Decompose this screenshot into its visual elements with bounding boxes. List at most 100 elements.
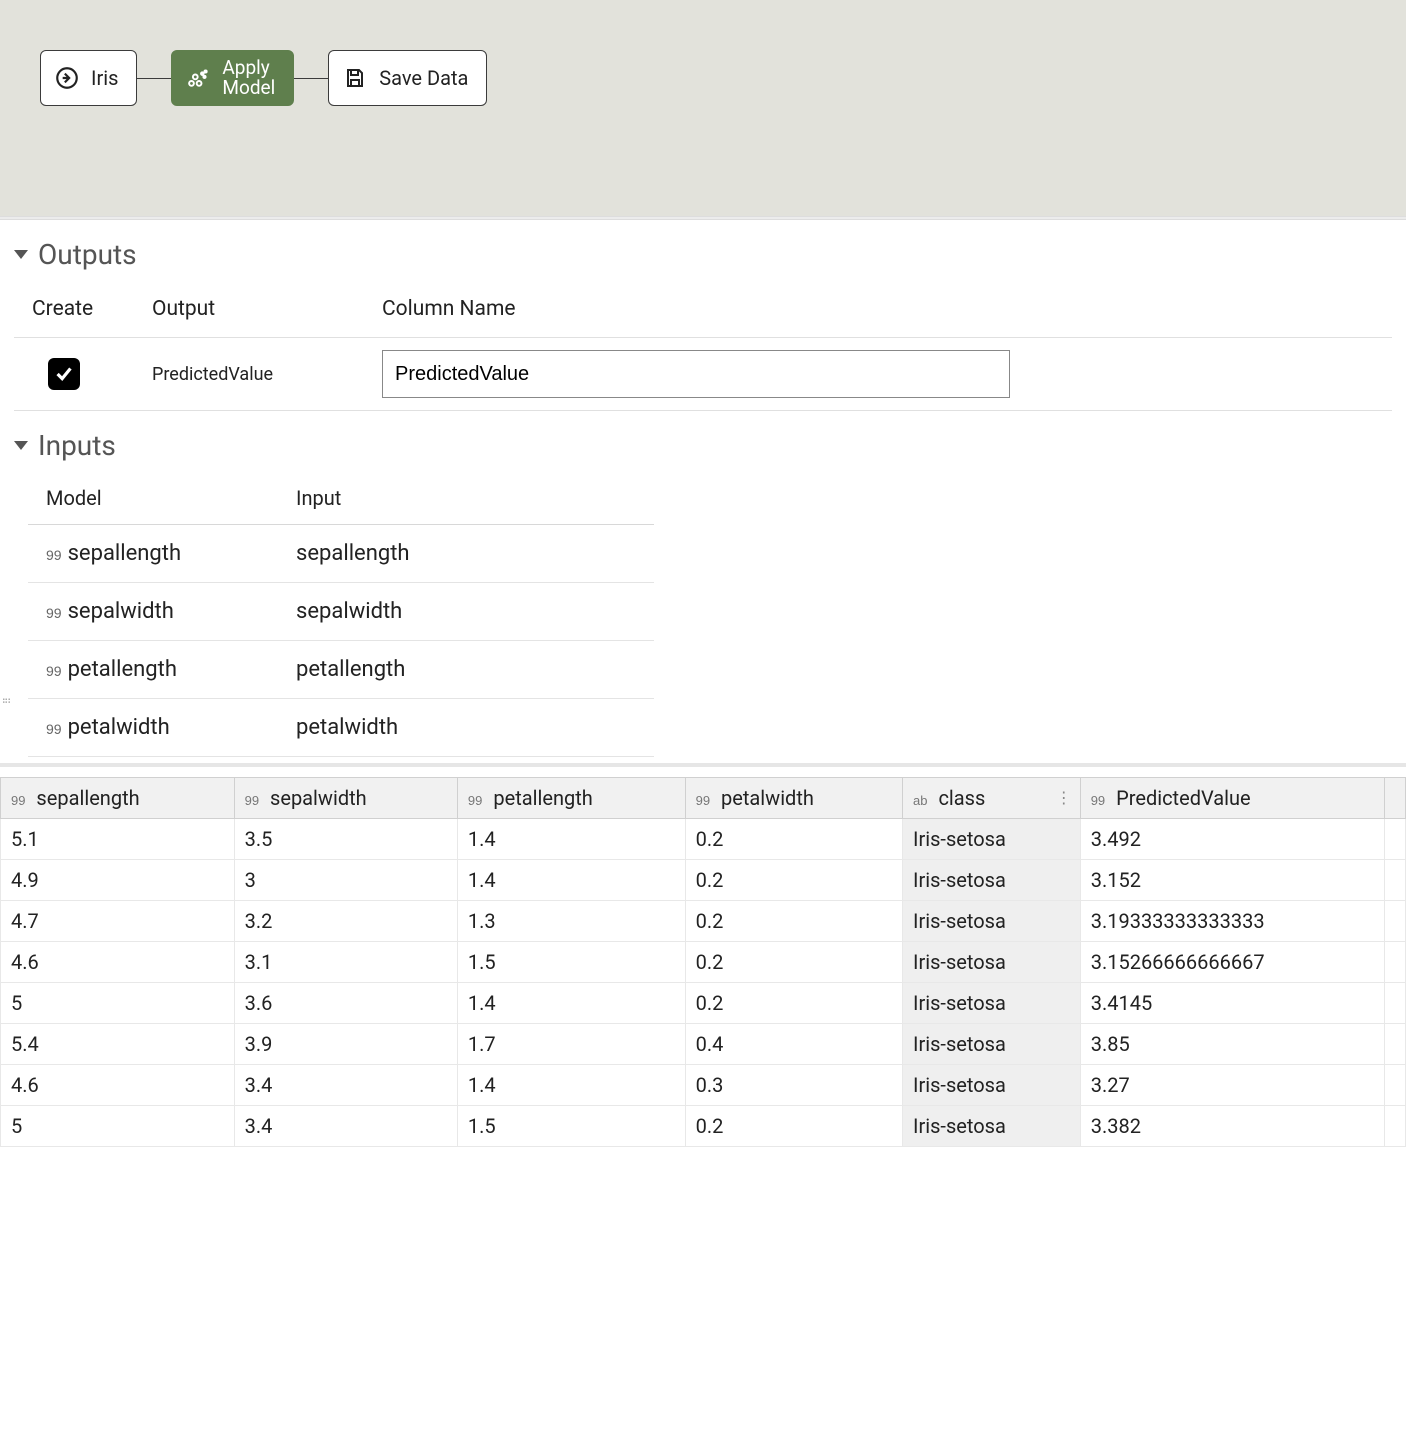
- table-row[interactable]: 53.41.50.2Iris-setosa3.382: [1, 1106, 1406, 1147]
- inputs-row[interactable]: 99sepalwidthsepalwidth: [28, 583, 654, 641]
- table-cell: 1.4: [457, 860, 685, 901]
- string-type-icon: ab: [913, 793, 927, 808]
- table-cell: 1.5: [457, 1106, 685, 1147]
- table-cell: 5: [1, 983, 235, 1024]
- table-cell: 3.27: [1080, 1065, 1384, 1106]
- table-row[interactable]: 4.73.21.30.2Iris-setosa3.19333333333333: [1, 901, 1406, 942]
- inputs-row[interactable]: 99sepallengthsepallength: [28, 525, 654, 583]
- spacer: [1385, 1024, 1406, 1065]
- numeric-type-icon: 99: [46, 721, 62, 737]
- inputs-row[interactable]: 99petallengthpetallength: [28, 641, 654, 699]
- collapse-triangle-icon: [14, 250, 28, 259]
- table-cell: Iris-setosa: [903, 819, 1081, 860]
- spacer: [1385, 901, 1406, 942]
- column-header-class[interactable]: ab class⋮: [903, 778, 1081, 819]
- inputs-row[interactable]: 99petalwidthpetalwidth: [28, 699, 654, 757]
- table-cell: 3.5: [234, 819, 457, 860]
- table-cell: 3: [234, 860, 457, 901]
- spacer: [1385, 819, 1406, 860]
- table-cell: Iris-setosa: [903, 942, 1081, 983]
- table-cell: 1.5: [457, 942, 685, 983]
- numeric-type-icon: 99: [46, 663, 62, 679]
- table-row[interactable]: 4.931.40.2Iris-setosa3.152: [1, 860, 1406, 901]
- model-field: 99petalwidth: [46, 715, 296, 740]
- table-row[interactable]: 4.63.11.50.2Iris-setosa3.15266666666667: [1, 942, 1406, 983]
- table-cell: 5.4: [1, 1024, 235, 1065]
- table-cell: Iris-setosa: [903, 1065, 1081, 1106]
- table-row[interactable]: 53.61.40.2Iris-setosa3.4145: [1, 983, 1406, 1024]
- spacer: [1385, 983, 1406, 1024]
- inputs-header[interactable]: Inputs: [14, 419, 1392, 468]
- input-field: petallength: [296, 657, 654, 682]
- table-cell: Iris-setosa: [903, 901, 1081, 942]
- flow-node-iris[interactable]: Iris: [40, 50, 137, 106]
- input-field: sepallength: [296, 541, 654, 566]
- spacer: [1385, 1065, 1406, 1106]
- col-header-colname: Column Name: [382, 297, 1392, 321]
- table-cell: 1.4: [457, 983, 685, 1024]
- numeric-type-icon: 99: [245, 793, 259, 808]
- data-preview: 99 sepallength99 sepalwidth99 petallengt…: [0, 763, 1406, 1147]
- flow-node-label: Save Data: [379, 66, 468, 90]
- outputs-header[interactable]: Outputs: [14, 228, 1392, 277]
- numeric-type-icon: 99: [1091, 793, 1105, 808]
- create-checkbox[interactable]: [48, 358, 80, 390]
- column-header-sepallength[interactable]: 99 sepallength: [1, 778, 235, 819]
- numeric-type-icon: 99: [46, 605, 62, 621]
- table-cell: 0.2: [685, 901, 902, 942]
- column-name-input[interactable]: [382, 350, 1010, 398]
- table-cell: 0.2: [685, 1106, 902, 1147]
- table-cell: 1.4: [457, 1065, 685, 1106]
- table-cell: Iris-setosa: [903, 1024, 1081, 1065]
- save-icon: [341, 64, 369, 92]
- model-field: 99sepalwidth: [46, 599, 296, 624]
- table-cell: 0.2: [685, 983, 902, 1024]
- table-cell: 1.4: [457, 819, 685, 860]
- table-cell: 0.2: [685, 942, 902, 983]
- section-title: Outputs: [38, 238, 137, 271]
- column-header-PredictedValue[interactable]: 99 PredictedValue: [1080, 778, 1384, 819]
- table-row[interactable]: 4.63.41.40.3Iris-setosa3.27: [1, 1065, 1406, 1106]
- spacer: [1385, 778, 1406, 819]
- table-row[interactable]: 5.13.51.40.2Iris-setosa3.492: [1, 819, 1406, 860]
- numeric-type-icon: 99: [468, 793, 482, 808]
- table-cell: 3.85: [1080, 1024, 1384, 1065]
- drag-handle-icon[interactable]: ⠿: [2, 697, 6, 705]
- data-table: 99 sepallength99 sepalwidth99 petallengt…: [0, 777, 1406, 1147]
- table-cell: 0.2: [685, 819, 902, 860]
- flow-node-save-data[interactable]: Save Data: [328, 50, 487, 106]
- flow-connector: [137, 78, 171, 79]
- table-row[interactable]: 5.43.91.70.4Iris-setosa3.85: [1, 1024, 1406, 1065]
- col-header-model: Model: [46, 486, 296, 510]
- column-header-petallength[interactable]: 99 petallength: [457, 778, 685, 819]
- table-cell: 3.492: [1080, 819, 1384, 860]
- flow-node-apply-model[interactable]: Apply Model: [171, 50, 294, 106]
- flow-node-label: Iris: [91, 66, 118, 90]
- column-header-sepalwidth[interactable]: 99 sepalwidth: [234, 778, 457, 819]
- numeric-type-icon: 99: [696, 793, 710, 808]
- outputs-section: Outputs Create Output Column Name Predic…: [0, 220, 1406, 411]
- numeric-type-icon: 99: [46, 547, 62, 563]
- col-header-create: Create: [32, 297, 152, 321]
- table-cell: 4.6: [1, 1065, 235, 1106]
- table-cell: 3.4145: [1080, 983, 1384, 1024]
- spacer: [1385, 860, 1406, 901]
- col-header-output: Output: [152, 297, 382, 321]
- table-cell: 3.382: [1080, 1106, 1384, 1147]
- table-cell: 3.1: [234, 942, 457, 983]
- collapse-triangle-icon: [14, 441, 28, 450]
- flow-canvas[interactable]: Iris Apply Model Save Data: [0, 0, 1406, 216]
- table-cell: Iris-setosa: [903, 1106, 1081, 1147]
- column-menu-icon[interactable]: ⋮: [1056, 796, 1072, 800]
- table-cell: 3.2: [234, 901, 457, 942]
- table-cell: 3.19333333333333: [1080, 901, 1384, 942]
- model-field: 99sepallength: [46, 541, 296, 566]
- table-cell: 0.3: [685, 1065, 902, 1106]
- table-cell: 3.4: [234, 1106, 457, 1147]
- spacer: [1385, 942, 1406, 983]
- output-name: PredictedValue: [152, 364, 382, 385]
- column-header-petalwidth[interactable]: 99 petalwidth: [685, 778, 902, 819]
- table-cell: 4.7: [1, 901, 235, 942]
- input-field: petalwidth: [296, 715, 654, 740]
- table-cell: 0.2: [685, 860, 902, 901]
